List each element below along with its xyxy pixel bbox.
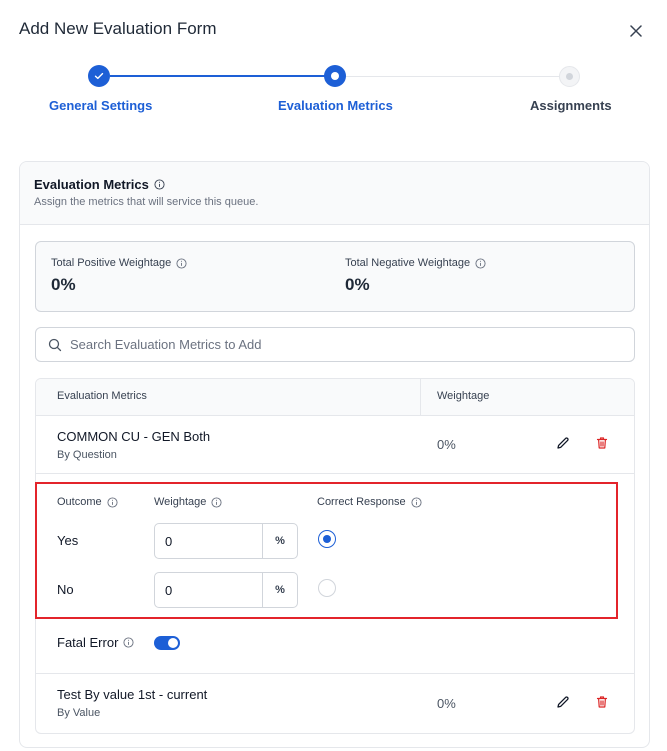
card-header: Evaluation Metrics Assign the metrics th… [20, 162, 649, 225]
weightage-input-no[interactable]: % [154, 572, 298, 608]
stepper-line-complete [110, 75, 325, 77]
search-icon [48, 338, 62, 352]
edit-icon[interactable] [555, 694, 571, 710]
column-divider [420, 379, 421, 416]
fatal-error-label: Fatal Error [57, 635, 134, 650]
metric-name: Test By value 1st - current [57, 687, 208, 702]
section-title-text: Evaluation Metrics [34, 177, 149, 192]
weightage-field-yes[interactable] [165, 524, 261, 558]
outcome-header-text: Outcome [57, 496, 102, 508]
step-general-settings-dot[interactable] [88, 65, 110, 87]
edit-icon[interactable] [555, 435, 571, 451]
weightage-totals: Total Positive Weightage 0% Total Negati… [35, 241, 635, 312]
correct-response-header: Correct Response [317, 496, 422, 508]
total-negative-label-text: Total Negative Weightage [345, 257, 471, 269]
total-positive-label-text: Total Positive Weightage [51, 257, 172, 269]
metric-search[interactable] [35, 327, 635, 362]
weightage-header-text: Weightage [154, 496, 207, 508]
metric-weight: 0% [437, 696, 456, 711]
close-icon[interactable] [625, 20, 647, 42]
correct-response-radio-yes[interactable] [318, 530, 336, 548]
evaluation-metrics-card: Evaluation Metrics Assign the metrics th… [19, 161, 650, 748]
info-icon[interactable] [154, 179, 165, 190]
step-pending-center [566, 73, 573, 80]
outcome-header: Outcome [57, 496, 118, 508]
total-positive-label: Total Positive Weightage [51, 257, 187, 269]
weightage-input-yes[interactable]: % [154, 523, 298, 559]
step-assignments-label[interactable]: Assignments [530, 98, 612, 113]
weightage-field-no[interactable] [165, 573, 261, 607]
total-positive-value: 0% [51, 275, 76, 294]
metric-type: By Value [57, 707, 101, 719]
step-assignments-dot[interactable] [559, 66, 580, 87]
info-icon[interactable] [176, 257, 187, 269]
check-icon [94, 72, 104, 80]
stepper-line-pending [345, 76, 560, 77]
fatal-error-toggle[interactable] [154, 636, 180, 650]
column-header-metrics: Evaluation Metrics [57, 390, 147, 402]
search-input[interactable] [70, 328, 620, 361]
delete-icon[interactable] [594, 694, 610, 710]
step-active-center [331, 72, 339, 80]
percent-unit: % [262, 573, 297, 607]
step-general-settings-label[interactable]: General Settings [49, 98, 152, 113]
metric-type: By Question [57, 449, 117, 461]
info-icon[interactable] [123, 637, 134, 648]
info-icon[interactable] [107, 496, 118, 508]
correct-response-radio-no[interactable] [318, 579, 336, 597]
section-subtitle: Assign the metrics that will service thi… [34, 196, 259, 208]
row-divider [36, 673, 634, 674]
info-icon[interactable] [411, 496, 422, 508]
metrics-table: Evaluation Metrics Weightage COMMON CU -… [35, 378, 635, 734]
metric-weight: 0% [437, 437, 456, 452]
column-header-weightage: Weightage [437, 390, 490, 402]
step-evaluation-metrics-dot[interactable] [324, 65, 346, 87]
modal-title: Add New Evaluation Form [19, 19, 217, 38]
step-evaluation-metrics-label[interactable]: Evaluation Metrics [278, 98, 393, 113]
row-divider [36, 473, 634, 474]
outcome-label-no: No [57, 582, 74, 597]
weightage-header: Weightage [154, 496, 222, 508]
delete-icon[interactable] [594, 435, 610, 451]
info-icon[interactable] [211, 496, 222, 508]
section-title: Evaluation Metrics [34, 177, 165, 192]
correct-response-header-text: Correct Response [317, 496, 406, 508]
metric-name: COMMON CU - GEN Both [57, 429, 211, 444]
percent-unit: % [262, 524, 297, 558]
total-negative-value: 0% [345, 275, 370, 294]
info-icon[interactable] [475, 257, 486, 269]
outcome-label-yes: Yes [57, 533, 79, 548]
table-header: Evaluation Metrics Weightage [36, 379, 634, 416]
total-negative-label: Total Negative Weightage [345, 257, 486, 269]
fatal-error-text: Fatal Error [57, 635, 119, 650]
